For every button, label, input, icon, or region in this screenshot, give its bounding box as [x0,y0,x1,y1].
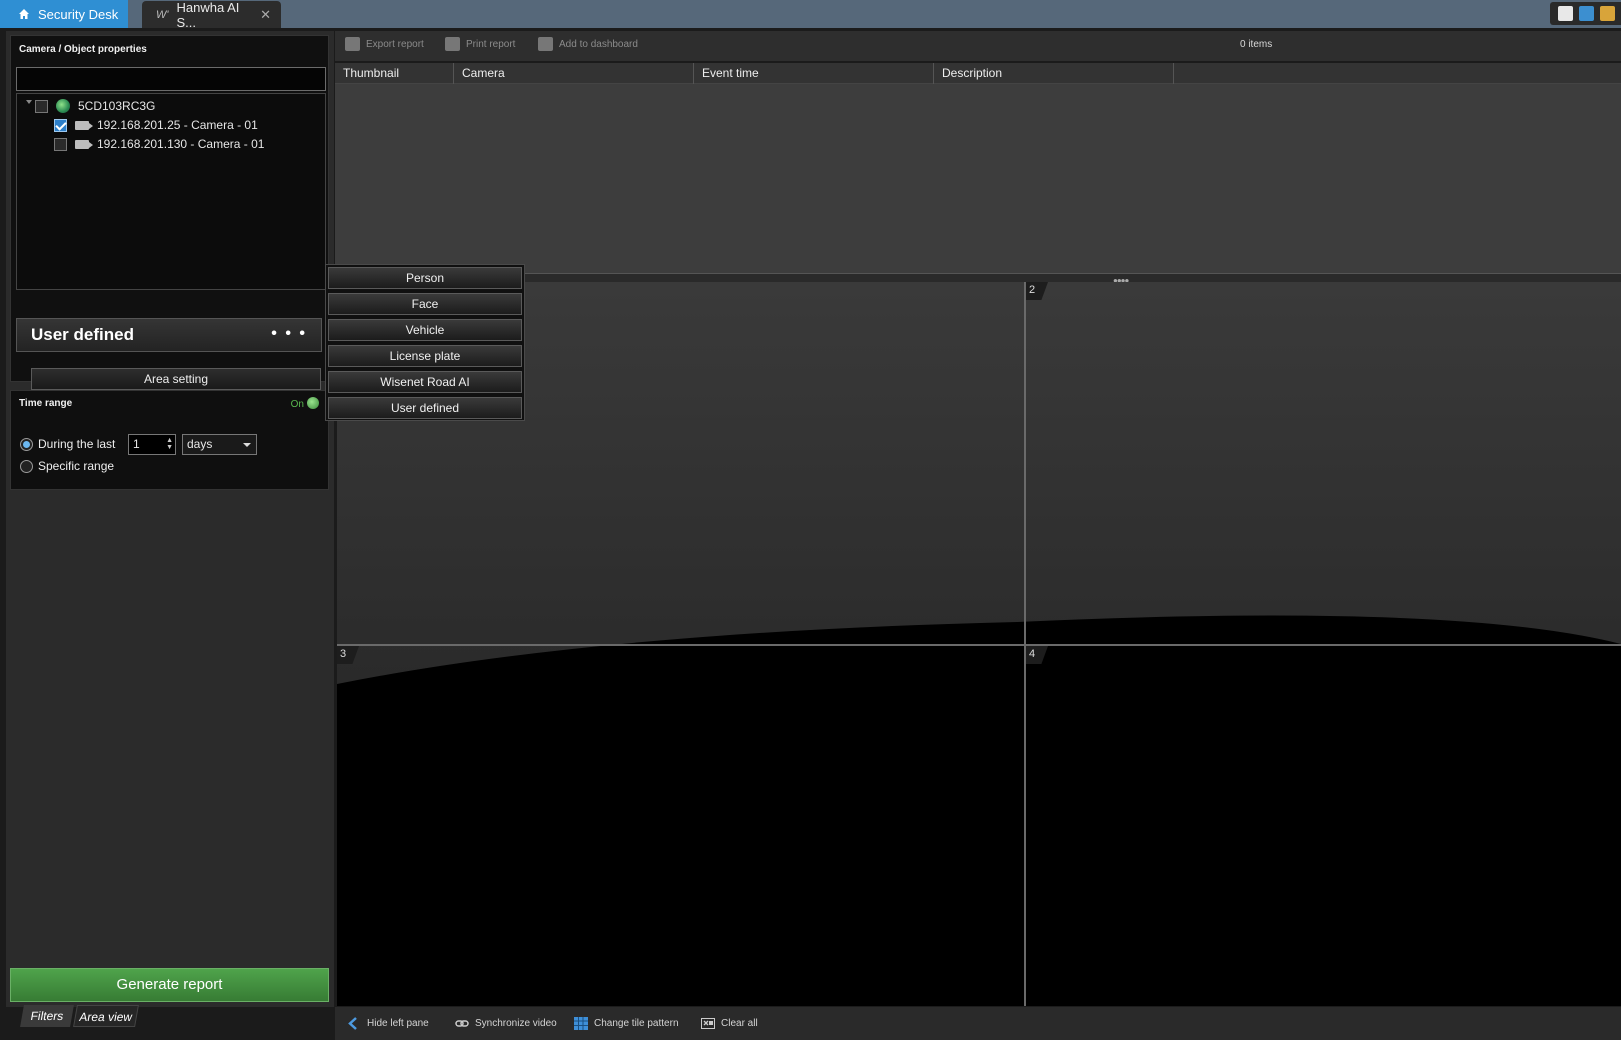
object-type-value: User defined [31,325,134,344]
during-last-radio[interactable] [20,437,33,451]
menu-item-license-plate[interactable]: License plate [328,345,522,367]
report-toolbar: Export report Print report Add to dashbo… [335,31,1621,61]
menu-item-person[interactable]: Person [328,267,522,289]
column-thumbnail[interactable]: Thumbnail [335,63,454,84]
column-camera[interactable]: Camera [454,63,694,84]
pane-splitter[interactable]: ●●●● [335,273,1621,285]
report-grid-body[interactable] [335,84,1621,273]
toggle-on-icon[interactable] [307,397,319,409]
config-tool-icon[interactable] [1579,6,1594,21]
stepper-arrows-icon[interactable]: ▲ ▼ [166,437,173,451]
dashboard-icon [538,37,553,51]
video-tile-3[interactable]: 3 [337,646,1024,1006]
tree-node-camera-1[interactable]: 192.168.201.25 - Camera - 01 [54,116,258,134]
chevron-down-icon [243,443,251,447]
home-icon [19,9,29,19]
column-event-time[interactable]: Event time [694,63,934,84]
clear-all-icon [701,1018,715,1029]
tab-hanwha-ai-label: Hanwha AI S... [176,0,240,30]
tab-filters[interactable]: Filters [20,1005,74,1027]
more-options-icon[interactable]: • • • [271,325,307,343]
object-type-selector[interactable]: User defined • • • [16,318,322,352]
tab-area-view[interactable]: Area view [73,1005,139,1027]
synchronize-video-label: Synchronize video [475,1018,557,1029]
specific-range-option[interactable]: Specific range [20,459,114,473]
export-report-label: Export report [366,38,424,50]
video-tile-4[interactable]: 4 [1026,646,1621,1006]
tile-pattern-icon [574,1017,588,1030]
top-tab-bar: Security Desk W' Hanwha AI S... ✕ [0,0,1621,30]
print-report-button[interactable]: Print report [445,37,515,51]
bottom-toolbar: Hide left pane Synchronize video Change … [335,1007,1621,1040]
time-range-panel: Time range On During the last 1 ▲ ▼ days … [10,390,329,490]
camera-icon [75,120,93,130]
export-icon [345,37,360,51]
chevron-left-icon [348,1017,357,1030]
camera-panel-title: Camera / Object properties [19,44,147,55]
column-description[interactable]: Description [934,63,1174,84]
add-to-dashboard-label: Add to dashboard [559,38,638,50]
tree-node-label: 192.168.201.25 - Camera - 01 [97,118,258,132]
clear-all-label: Clear all [721,1018,758,1029]
menu-item-vehicle[interactable]: Vehicle [328,319,522,341]
menu-item-wisenet-road-ai[interactable]: Wisenet Road AI [328,371,522,393]
tree-node-camera-2[interactable]: 192.168.201.130 - Camera - 01 [54,135,264,153]
time-unit-select[interactable]: days [182,434,257,455]
time-range-title: Time range [19,398,73,409]
tree-checkbox-camera-2[interactable] [54,137,67,151]
tree-checkbox-camera-1[interactable] [54,118,67,132]
tree-node-label: 192.168.201.130 - Camera - 01 [97,137,265,151]
export-report-button[interactable]: Export report [345,37,424,51]
tree-node-server[interactable]: 5CD103RC3G [35,97,155,115]
tile-divider [337,644,1621,646]
tile-number: 3 [337,646,359,664]
during-last-value: 1 [133,437,140,451]
tab-hanwha-ai[interactable]: W' Hanwha AI S... ✕ [142,0,281,30]
notification-icon[interactable] [1600,6,1615,21]
tile-number: 2 [1026,282,1048,300]
tab-security-desk[interactable]: Security Desk [0,0,128,28]
hide-left-pane-label: Hide left pane [367,1018,429,1029]
tree-collapse-icon[interactable] [26,100,32,104]
close-tab-icon[interactable]: ✕ [260,7,271,23]
genetec-icon[interactable] [1558,6,1573,21]
during-last-stepper[interactable]: 1 ▲ ▼ [128,434,176,455]
video-tile-2[interactable]: 2 [1026,282,1621,644]
system-tray [1550,2,1621,25]
camera-icon [75,139,93,149]
during-last-label: During the last [38,437,116,451]
camera-search-input[interactable] [16,67,326,91]
report-grid-header: Thumbnail Camera Event time Description [335,63,1621,84]
generate-report-button[interactable]: Generate report [10,968,329,1002]
tree-node-label: 5CD103RC3G [78,99,156,113]
print-report-label: Print report [466,38,516,50]
time-unit-value: days [187,437,213,451]
hide-left-pane-button[interactable]: Hide left pane [347,1017,429,1030]
time-range-status: On [290,399,304,410]
link-icon [455,1020,469,1027]
hanwha-logo-icon: W' [156,8,169,21]
item-count: 0 items [1240,39,1273,50]
specific-range-label: Specific range [38,459,115,473]
tab-security-desk-label: Security Desk [38,6,119,22]
synchronize-video-button[interactable]: Synchronize video [455,1017,557,1030]
during-last-option[interactable]: During the last [20,437,115,451]
menu-item-user-defined[interactable]: User defined [328,397,522,419]
tree-checkbox-server[interactable] [35,99,48,113]
tile-number: 4 [1026,646,1048,664]
globe-icon [56,99,70,113]
clear-all-button[interactable]: Clear all [701,1017,758,1030]
object-type-menu: Person Face Vehicle License plate Wisene… [325,264,525,421]
video-tile-area: 2 3 4 [337,282,1621,1006]
change-tile-pattern-button[interactable]: Change tile pattern [574,1017,679,1030]
change-tile-pattern-label: Change tile pattern [594,1018,679,1029]
printer-icon [445,37,460,51]
specific-range-radio[interactable] [20,459,33,473]
left-pane: Camera / Object properties 5CD103RC3G 19… [6,31,334,1007]
camera-tree: 5CD103RC3G 192.168.201.25 - Camera - 01 … [16,93,326,290]
menu-item-face[interactable]: Face [328,293,522,315]
add-to-dashboard-button[interactable]: Add to dashboard [538,37,638,51]
area-setting-button[interactable]: Area setting [31,368,321,390]
